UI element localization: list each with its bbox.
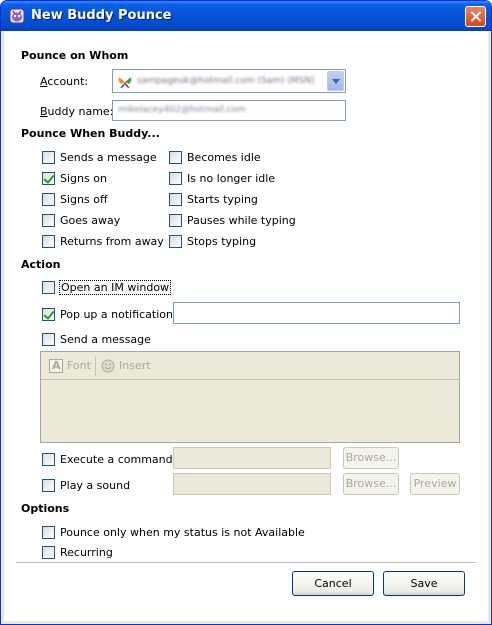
- command-input[interactable]: [173, 447, 331, 469]
- smiley-icon: [101, 359, 115, 373]
- buddy-name-input[interactable]: mikelacey402@hotmail.com: [112, 100, 346, 121]
- account-combo[interactable]: sampageuk@hotmail.com (Sam) (MSN): [112, 69, 346, 93]
- insert-button[interactable]: Insert: [119, 359, 151, 372]
- label-starts-typing[interactable]: Starts typing: [187, 193, 258, 206]
- checkbox-pauses-typing[interactable]: [169, 214, 182, 227]
- browse-sound-button[interactable]: Browse...: [343, 473, 399, 495]
- msn-butterfly-icon: [118, 77, 132, 88]
- cancel-button[interactable]: Cancel: [292, 571, 374, 596]
- account-label: Account:: [40, 75, 89, 88]
- checkbox-play-sound[interactable]: [42, 479, 55, 492]
- toolbar-divider: [95, 356, 96, 376]
- checkbox-returns-from-away[interactable]: [42, 235, 55, 248]
- window-title: New Buddy Pounce: [31, 8, 172, 23]
- checkbox-recurring[interactable]: [42, 546, 55, 559]
- label-returns-from-away[interactable]: Returns from away: [60, 235, 164, 248]
- checkbox-goes-away[interactable]: [42, 214, 55, 227]
- checkbox-open-im-window[interactable]: [42, 281, 55, 294]
- pidgin-app-icon: [9, 8, 25, 24]
- label-recurring[interactable]: Recurring: [60, 546, 113, 559]
- font-button[interactable]: Font: [67, 359, 91, 372]
- label-sends-message[interactable]: Sends a message: [60, 151, 157, 164]
- section-pounce-when-buddy: Pounce When Buddy...: [21, 127, 160, 140]
- checkbox-becomes-idle[interactable]: [169, 151, 182, 164]
- checkbox-execute-command[interactable]: [42, 453, 55, 466]
- checkbox-popup-notification[interactable]: [42, 308, 55, 321]
- preview-sound-button[interactable]: Preview: [410, 473, 460, 495]
- checkbox-sends-message[interactable]: [42, 151, 55, 164]
- account-value: sampageuk@hotmail.com (Sam) (MSN): [137, 76, 315, 86]
- label-stops-typing[interactable]: Stops typing: [187, 235, 256, 248]
- label-goes-away[interactable]: Goes away: [60, 214, 120, 227]
- buddy-name-label: Buddy name:: [40, 105, 114, 118]
- label-becomes-idle[interactable]: Becomes idle: [187, 151, 261, 164]
- checkbox-starts-typing[interactable]: [169, 193, 182, 206]
- account-label-text: ccount:: [47, 75, 89, 88]
- checkbox-signs-off[interactable]: [42, 193, 55, 206]
- label-no-longer-idle[interactable]: Is no longer idle: [187, 172, 275, 185]
- checkbox-no-longer-idle[interactable]: [169, 172, 182, 185]
- popup-message-input[interactable]: [173, 302, 460, 324]
- message-editor: A Font Insert: [40, 351, 460, 443]
- checkbox-pounce-only-not-available[interactable]: [42, 526, 55, 539]
- label-pounce-only-not-available[interactable]: Pounce only when my status is not Availa…: [60, 526, 305, 539]
- label-open-im-window[interactable]: Open an IM window: [58, 280, 172, 295]
- label-popup-notification[interactable]: Pop up a notification: [60, 308, 173, 321]
- save-button[interactable]: Save: [383, 571, 465, 596]
- chevron-down-icon[interactable]: [327, 71, 344, 91]
- label-execute-command[interactable]: Execute a command: [60, 453, 173, 466]
- new-buddy-pounce-dialog: New Buddy Pounce Pounce on Whom Account:…: [0, 0, 492, 625]
- browse-command-button[interactable]: Browse...: [343, 447, 399, 469]
- section-action: Action: [21, 258, 61, 271]
- title-bar[interactable]: New Buddy Pounce: [1, 1, 491, 31]
- checkbox-send-message[interactable]: [42, 333, 55, 346]
- bottom-separator: [16, 562, 476, 563]
- label-pauses-typing[interactable]: Pauses while typing: [187, 214, 296, 227]
- section-options: Options: [21, 502, 70, 515]
- checkbox-signs-on[interactable]: [42, 172, 55, 185]
- font-icon: A: [49, 359, 63, 373]
- close-icon[interactable]: [465, 6, 486, 27]
- label-send-message[interactable]: Send a message: [60, 333, 151, 346]
- dialog-body: Pounce on Whom Account: sampageuk@hotmai…: [4, 31, 488, 621]
- message-text-area[interactable]: [41, 380, 459, 442]
- buddy-name-value: mikelacey402@hotmail.com: [118, 105, 246, 115]
- label-play-sound[interactable]: Play a sound: [60, 479, 130, 492]
- label-signs-off[interactable]: Signs off: [60, 193, 108, 206]
- label-signs-on[interactable]: Signs on: [60, 172, 107, 185]
- checkbox-stops-typing[interactable]: [169, 235, 182, 248]
- sound-input[interactable]: [173, 473, 331, 495]
- section-pounce-on-whom: Pounce on Whom: [21, 49, 129, 62]
